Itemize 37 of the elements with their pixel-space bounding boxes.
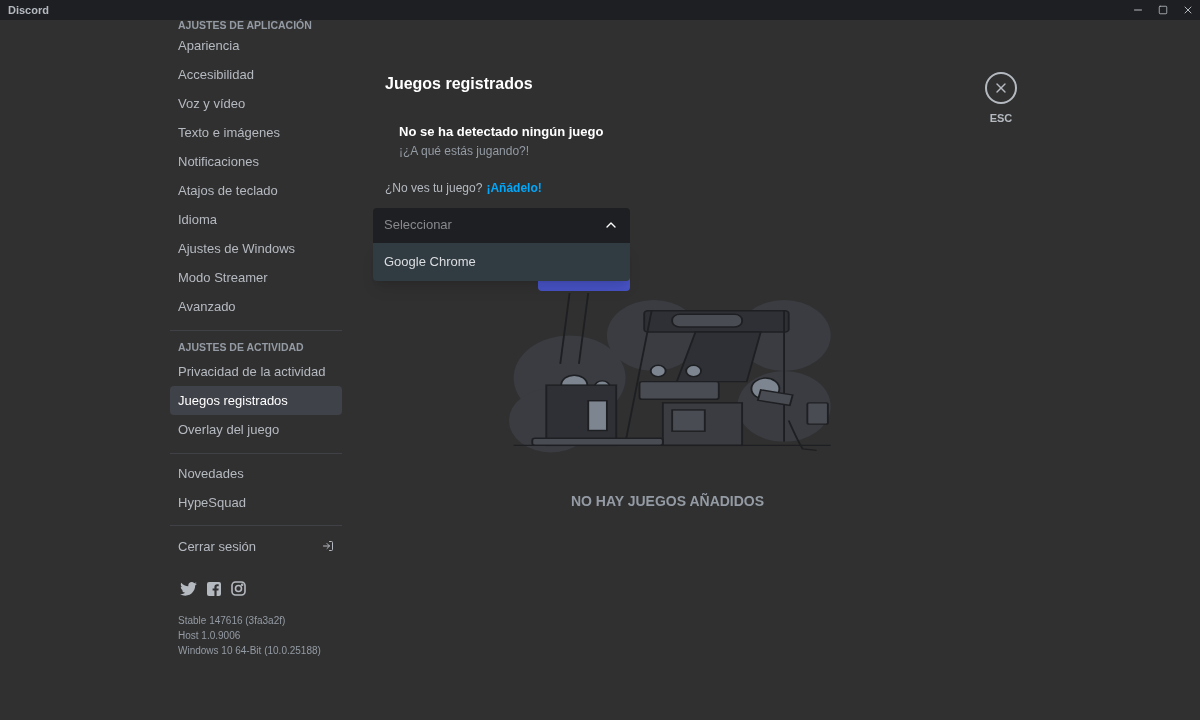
empty-message: NO HAY JUEGOS AÑADIDOS [569,491,766,511]
detected-subtitle: ¡¿A qué estás jugando?! [399,142,531,160]
page-title: Juegos registrados [385,74,534,92]
version-info: Stable 147616 (3fa3a2f) [178,613,287,628]
sidebar-item[interactable]: Atajos de teclado [170,176,342,205]
twitter-icon[interactable] [180,581,197,596]
detected-title: No se ha detectado ningún juego [399,123,605,141]
sidebar-item[interactable]: Ajustes de Windows [170,234,342,263]
close-icon [985,72,1017,104]
sidebar-item[interactable]: HypeSquad [170,487,342,517]
section-header: AJUSTES DE APLICACIÓN [177,20,313,31]
sidebar-item[interactable]: Voz y vídeo [170,89,342,118]
sidebar-item[interactable]: Idioma [170,205,342,234]
instagram-icon[interactable] [231,581,246,597]
sidebar-item[interactable]: Texto e imágenes [170,118,342,147]
add-game-prompt: ¿No ves tu juego? [385,179,483,197]
sidebar-item[interactable]: Avanzado [170,292,342,321]
logout-button[interactable]: Cerrar sesión [170,531,342,561]
add-game-link[interactable]: ¡Añádelo! [486,178,542,197]
dropdown-option[interactable]: Google Chrome [373,242,630,281]
version-info: Windows 10 64-Bit (10.0.25188) [178,643,322,658]
section-header: AJUSTES DE ACTIVIDAD [177,340,305,355]
logout-icon [322,540,334,553]
game-select-field[interactable]: Seleccionar [373,207,630,243]
version-info: Host 1.0.9006 [178,628,242,643]
sidebar-item[interactable]: Privacidad de la actividad [170,356,342,386]
maximize-icon [1157,5,1168,15]
sidebar-item[interactable]: Overlay del juego [170,414,342,444]
sidebar-item[interactable]: Juegos registrados [170,385,342,415]
sidebar-item[interactable]: Accesibilidad [170,60,342,89]
sidebar-item[interactable]: Notificaciones [170,147,342,176]
sidebar-item[interactable]: Apariencia [170,31,342,60]
sidebar-item[interactable]: Novedades [170,458,342,488]
sidebar-item[interactable]: Modo Streamer [170,263,342,292]
facebook-icon[interactable] [207,581,221,596]
close-button[interactable]: ESC [985,72,1017,127]
window-title: Discord [8,2,49,18]
